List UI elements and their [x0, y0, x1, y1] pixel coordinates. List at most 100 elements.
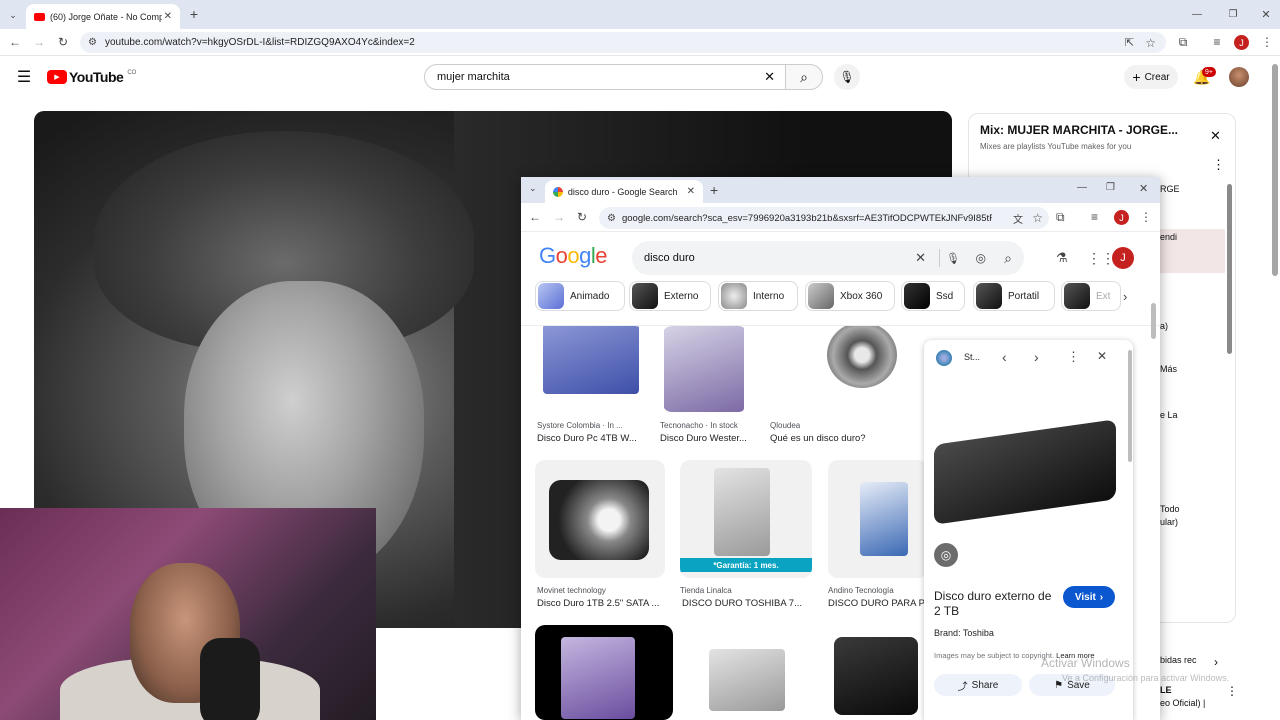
result-image-7[interactable] — [535, 625, 673, 720]
apps-grid-icon[interactable]: ⋮⋮ — [1087, 250, 1115, 267]
close-window-icon[interactable]: ✕ — [1139, 182, 1148, 195]
filter-chip-ssd[interactable]: Ssd — [901, 281, 965, 311]
product-image[interactable] — [934, 419, 1116, 525]
install-app-icon[interactable]: ⇱ — [1125, 36, 1134, 49]
close-playlist-icon[interactable]: ✕ — [1210, 128, 1221, 144]
chip-thumbnail — [721, 283, 747, 309]
youtube-logo[interactable]: ▶ YouTube CO — [47, 69, 136, 85]
result-image-4[interactable] — [535, 460, 665, 578]
close-tab-icon[interactable]: ✕ — [687, 186, 695, 197]
filter-chip-ext[interactable]: Ext — [1061, 281, 1121, 311]
new-tab-plus-icon[interactable]: + — [187, 6, 201, 22]
extensions-puzzle-icon[interactable]: ⧉ — [1056, 210, 1065, 225]
tab-search-chevron-icon[interactable]: ⌄ — [6, 8, 20, 22]
profile-avatar[interactable]: J — [1114, 210, 1129, 225]
forward-arrow-icon[interactable]: → — [553, 210, 565, 224]
search-icon[interactable]: ⌕ — [1004, 250, 1012, 267]
minimize-window-icon[interactable]: — — [1190, 7, 1204, 21]
filter-chip-interno[interactable]: Interno — [718, 281, 798, 311]
next-image-icon[interactable]: › — [1034, 349, 1039, 365]
youtube-search-button[interactable]: ⌕ — [785, 64, 823, 90]
create-button[interactable]: + Crear — [1124, 65, 1178, 89]
result-title-3[interactable]: Qué es un disco duro? — [770, 433, 920, 444]
restore-window-icon[interactable]: ❐ — [1226, 7, 1240, 21]
voice-search-icon[interactable]: 🎙 — [946, 252, 960, 265]
create-label: Crear — [1144, 71, 1170, 83]
voice-search-button[interactable]: 🎙 — [834, 64, 860, 90]
google-account-avatar[interactable]: J — [1112, 247, 1134, 269]
close-window-icon[interactable]: ✕ — [1259, 7, 1273, 21]
panel-more-icon[interactable]: ⋮ — [1067, 349, 1080, 365]
panel-scrollbar[interactable] — [1128, 350, 1132, 462]
bookmark-star-icon[interactable]: ☆ — [1032, 211, 1043, 225]
back-arrow-icon[interactable]: ← — [529, 210, 541, 224]
google-logo[interactable]: Google — [539, 243, 608, 269]
browser-menu-icon[interactable]: ⋮ — [1260, 35, 1274, 49]
playlist-scrollbar[interactable] — [1227, 184, 1232, 354]
visit-button[interactable]: Visit › — [1063, 586, 1115, 608]
site-settings-icon[interactable]: ⚙ — [607, 213, 616, 224]
result-image-9[interactable] — [820, 625, 924, 720]
reload-icon[interactable]: ↻ — [56, 35, 70, 49]
result-image-3[interactable] — [769, 326, 919, 412]
share-button[interactable]: ⤴ Share — [934, 674, 1022, 696]
browser-tab-youtube[interactable]: (60) Jorge Oñate - No Compren ✕ — [26, 4, 180, 29]
playlist-menu-icon[interactable]: ⋮ — [1212, 157, 1225, 173]
address-bar[interactable]: ⚙ google.com/search?sca_esv=7996920a3193… — [599, 207, 1049, 229]
filter-chip-animado[interactable]: Animado — [535, 281, 625, 311]
chip-thumbnail — [808, 283, 834, 309]
result-image-5[interactable]: *Garantía: 1 mes. — [680, 460, 812, 578]
media-controls-icon[interactable]: ≡ — [1091, 210, 1098, 224]
chevron-right-icon[interactable]: › — [1214, 655, 1218, 669]
lens-button[interactable]: ◎ — [934, 543, 958, 567]
channel-avatar[interactable] — [1229, 67, 1249, 87]
google-search-input[interactable]: disco duro ✕ 🎙 ◎ ⌕ — [632, 241, 1024, 275]
page-scrollbar[interactable] — [1272, 64, 1278, 276]
result-title-1[interactable]: Disco Duro Pc 4TB W... — [537, 433, 647, 444]
media-controls-icon[interactable]: ≡ — [1210, 35, 1224, 49]
clear-search-icon[interactable]: ✕ — [764, 69, 775, 85]
minimize-window-icon[interactable]: — — [1077, 182, 1087, 193]
browser-menu-icon[interactable]: ⋮ — [1140, 210, 1152, 224]
filter-chip-externo[interactable]: Externo — [629, 281, 711, 311]
bookmark-star-icon[interactable]: ☆ — [1145, 36, 1156, 50]
google-browser-window: ⌄ disco duro - Google Search ✕ + — ❐ ✕ ←… — [521, 177, 1160, 720]
youtube-search-input[interactable]: mujer marchita ✕ — [424, 64, 786, 90]
hamburger-menu-icon[interactable]: ☰ — [16, 69, 32, 86]
labs-flask-icon[interactable]: ⚗ — [1056, 250, 1068, 266]
filter-chip-portatil[interactable]: Portatil — [973, 281, 1055, 311]
result-title-6[interactable]: DISCO DURO PARA P — [828, 598, 924, 609]
lens-camera-icon: ◎ — [940, 548, 952, 562]
chip-thumbnail — [632, 283, 658, 309]
extensions-puzzle-icon[interactable]: ⧉ — [1176, 35, 1190, 49]
maximize-window-icon[interactable]: ❐ — [1106, 182, 1115, 193]
tab-search-chevron-icon[interactable]: ⌄ — [529, 183, 537, 194]
chips-scroll-right-icon[interactable]: › — [1123, 289, 1127, 304]
browser-tab-google[interactable]: disco duro - Google Search ✕ — [545, 180, 703, 203]
result-image-1[interactable] — [535, 326, 645, 412]
lens-camera-icon[interactable]: ◎ — [976, 251, 986, 265]
new-tab-plus-icon[interactable]: + — [710, 182, 718, 198]
close-tab-icon[interactable]: ✕ — [164, 11, 172, 22]
result-title-4[interactable]: Disco Duro 1TB 2.5" SATA ... — [537, 598, 667, 609]
address-bar[interactable]: ⚙ youtube.com/watch?v=hkgyOSrDL-I&list=R… — [80, 32, 1166, 53]
translate-icon[interactable]: 文 — [1013, 211, 1023, 226]
site-settings-icon[interactable]: ⚙ — [88, 37, 97, 48]
results-scrollbar[interactable] — [1151, 303, 1156, 339]
reload-icon[interactable]: ↻ — [577, 210, 587, 224]
product-title[interactable]: Disco duro externo de 2 TB — [934, 589, 1054, 619]
forward-arrow-icon[interactable]: → — [32, 35, 46, 49]
close-panel-icon[interactable]: ✕ — [1097, 349, 1107, 363]
back-arrow-icon[interactable]: ← — [8, 35, 22, 49]
result-title-5[interactable]: DISCO DURO TOSHIBA 7... — [682, 598, 812, 609]
item-menu-icon[interactable]: ⋮ — [1226, 684, 1238, 698]
result-image-2[interactable] — [662, 326, 748, 412]
panel-site-name[interactable]: St... — [964, 352, 980, 362]
filter-chip-xbox-360[interactable]: Xbox 360 — [805, 281, 895, 311]
profile-avatar[interactable]: J — [1234, 35, 1249, 50]
clear-search-icon[interactable]: ✕ — [915, 250, 926, 266]
result-image-8[interactable] — [691, 625, 807, 720]
result-title-2[interactable]: Disco Duro Wester... — [660, 433, 754, 444]
result-image-6[interactable] — [828, 460, 928, 578]
previous-image-icon[interactable]: ‹ — [1002, 349, 1007, 365]
